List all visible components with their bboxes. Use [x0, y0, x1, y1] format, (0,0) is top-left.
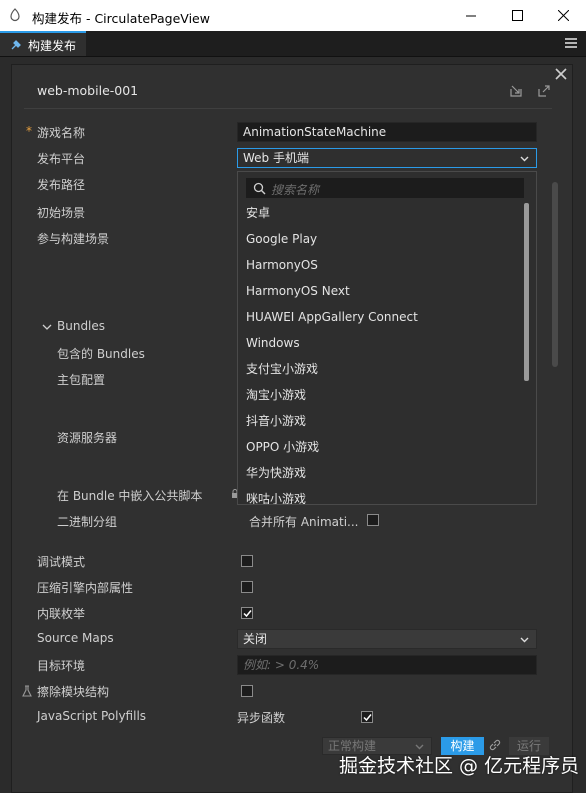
minimize-button[interactable] — [448, 0, 494, 31]
platform-search-input[interactable]: 搜索名称 — [246, 178, 524, 198]
platform-dropdown: 搜索名称 安卓 Google Play HarmonyOS HarmonyOS … — [237, 171, 537, 505]
merge-all-checkbox[interactable] — [367, 514, 379, 526]
close-window-button[interactable] — [540, 0, 586, 31]
search-icon — [253, 182, 266, 195]
chevron-down-icon — [520, 637, 529, 643]
maximize-icon — [511, 10, 523, 21]
source-maps-select[interactable]: 关闭 — [237, 629, 537, 649]
platform-option[interactable]: 咪咕小游戏 — [246, 486, 516, 504]
window-title: 构建发布 - CirculatePageView — [32, 11, 210, 26]
chevron-down-icon — [415, 744, 424, 750]
checkmark-icon — [243, 610, 252, 618]
asset-server-label: 资源服务器 — [57, 431, 118, 445]
platform-option[interactable]: 安卓 — [246, 200, 516, 226]
async-functions-label: 异步函数 — [237, 711, 286, 725]
build-task-name: web-mobile-001 — [37, 83, 139, 98]
source-maps-value: 关闭 — [243, 632, 268, 646]
build-path-label: 发布路径 — [37, 178, 86, 192]
panel-scrollbar[interactable] — [552, 182, 558, 367]
dropdown-scrollbar[interactable] — [524, 203, 529, 381]
embed-script-label: 在 Bundle 中嵌入公共脚本 — [57, 489, 203, 503]
open-external-icon[interactable] — [537, 84, 551, 98]
async-functions-checkbox[interactable] — [361, 711, 373, 723]
remove-module-checkbox[interactable] — [241, 685, 253, 697]
platform-option[interactable]: 淘宝小游戏 — [246, 382, 516, 408]
tab-build-publish[interactable]: 构建发布 — [0, 31, 86, 56]
link-icon[interactable] — [488, 738, 502, 752]
hamburger-icon[interactable] — [564, 36, 578, 50]
target-env-input[interactable]: 例如: > 0.4% — [237, 655, 537, 675]
search-placeholder: 搜索名称 — [271, 183, 320, 197]
polyfills-label: JavaScript Polyfills — [37, 709, 147, 723]
game-name-label: 游戏名称 — [37, 126, 86, 140]
included-bundles-label: 包含的 Bundles — [57, 347, 145, 361]
merge-all-label: 合并所有 Animati... — [249, 515, 359, 529]
debug-mode-label: 调试模式 — [37, 555, 86, 569]
window-title-bar: 构建发布 - CirculatePageView — [0, 0, 586, 31]
build-scenes-label: 参与构建场景 — [37, 232, 110, 246]
inline-enum-label: 内联枚举 — [37, 607, 86, 621]
remove-module-label: 擦除模块结构 — [37, 685, 110, 699]
tab-label: 构建发布 — [28, 39, 77, 53]
compress-engine-checkbox[interactable] — [241, 581, 253, 593]
watermark-text: 掘金技术社区 @ 亿元程序员 — [339, 755, 580, 777]
close-icon — [557, 10, 569, 21]
platform-option[interactable]: OPPO 小游戏 — [246, 434, 516, 460]
minimize-icon — [466, 15, 476, 16]
checkmark-icon — [363, 714, 372, 722]
platform-option[interactable]: HarmonyOS Next — [246, 278, 516, 304]
close-icon[interactable] — [553, 66, 569, 82]
platform-select[interactable]: Web 手机端 — [237, 148, 537, 168]
flask-icon — [22, 685, 32, 697]
hammer-icon — [11, 40, 21, 50]
compress-engine-label: 压缩引擎内部属性 — [37, 581, 134, 595]
header-divider — [24, 108, 552, 109]
chevron-down-icon — [520, 156, 529, 162]
inline-enum-checkbox[interactable] — [241, 607, 253, 619]
chevron-down-icon[interactable] — [42, 322, 52, 332]
platform-option[interactable]: Windows — [246, 330, 516, 356]
main-bundle-config-label: 主包配置 — [57, 373, 106, 387]
platform-value: Web 手机端 — [243, 151, 309, 165]
platform-option[interactable]: Google Play — [246, 226, 516, 252]
start-scene-label: 初始场景 — [37, 206, 86, 220]
binary-group-label: 二进制分组 — [57, 515, 118, 529]
bundles-section-label[interactable]: Bundles — [57, 319, 105, 333]
platform-option[interactable]: HarmonyOS — [246, 252, 516, 278]
platform-option[interactable]: 华为快游戏 — [246, 460, 516, 486]
platform-option[interactable]: HUAWEI AppGallery Connect — [246, 304, 516, 330]
platform-option[interactable]: 抖音小游戏 — [246, 408, 516, 434]
platform-label: 发布平台 — [37, 152, 86, 166]
platform-option[interactable]: 支付宝小游戏 — [246, 356, 516, 382]
source-maps-label: Source Maps — [37, 631, 114, 645]
target-env-label: 目标环境 — [37, 659, 86, 673]
debug-mode-checkbox[interactable] — [241, 555, 253, 567]
export-icon[interactable] — [509, 84, 523, 98]
maximize-button[interactable] — [494, 0, 540, 31]
app-logo-icon — [10, 8, 20, 22]
game-name-input[interactable]: AnimationStateMachine — [237, 122, 537, 142]
required-mark: * — [26, 124, 32, 138]
tab-bar: 构建发布 — [0, 31, 586, 57]
